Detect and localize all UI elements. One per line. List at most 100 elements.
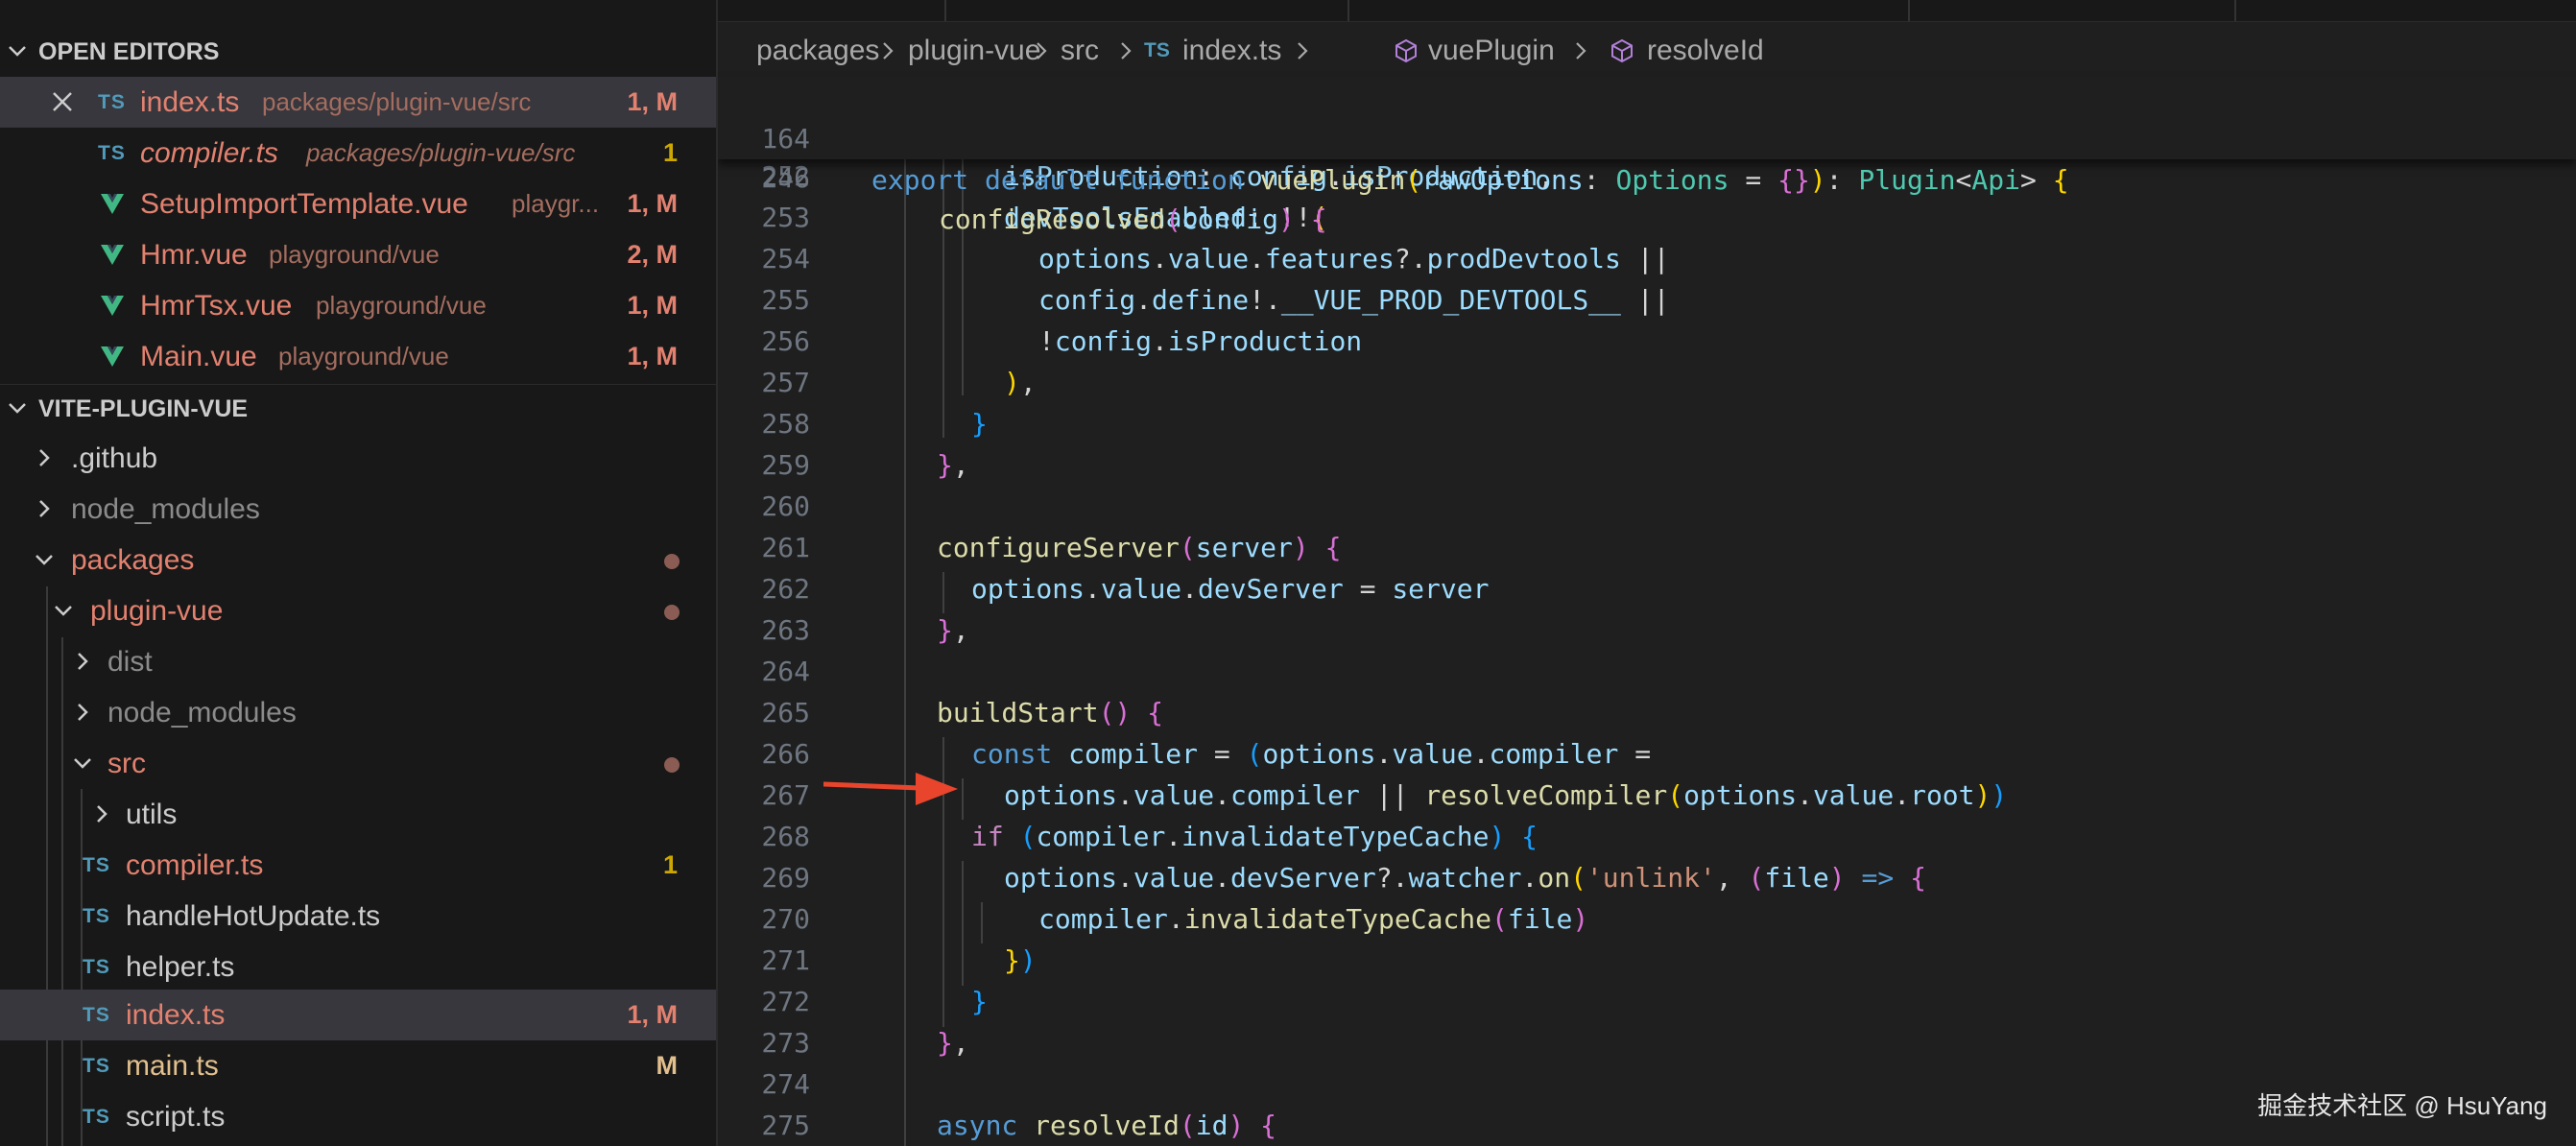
code-line[interactable]: 258} — [718, 403, 2576, 444]
tree-file[interactable]: TS compiler.ts 1 — [0, 840, 716, 891]
typescript-file-icon: TS — [1144, 39, 1170, 61]
sticky-line[interactable]: 246 configResolved(config) { — [718, 116, 2576, 235]
vue-file-icon — [101, 245, 124, 265]
modified-dot — [664, 757, 680, 773]
file-name: index.ts — [126, 999, 226, 1031]
line-code: options.value.devServer?.watcher.on('unl… — [1004, 862, 1926, 894]
code-line[interactable]: 259}, — [718, 444, 2576, 486]
line-number: 266 — [761, 738, 810, 770]
tree-folder[interactable]: utils — [0, 789, 716, 840]
code-line[interactable]: 270 compiler.invalidateTypeCache(file) — [718, 898, 2576, 940]
tree-file[interactable]: TS main.ts M — [0, 1040, 716, 1091]
code-line[interactable]: 272} — [718, 981, 2576, 1022]
open-editor-item[interactable]: TS compiler.ts packages/plugin-vue/src 1 — [0, 128, 716, 179]
watermark: 掘金技术社区 @ HsuYang — [2257, 1091, 2547, 1120]
problem-count: 1 — [662, 138, 678, 167]
chevron-right-icon — [39, 500, 50, 517]
chevron-right-icon — [1121, 42, 1132, 60]
tree-file[interactable]: TS index.ts 1, M — [0, 990, 716, 1040]
code-line[interactable]: 271}) — [718, 940, 2576, 981]
open-editor-item[interactable]: TS index.ts packages/plugin-vue/src 1, M — [0, 77, 716, 128]
open-editor-item[interactable]: Hmr.vue playground/vue 2, M — [0, 229, 716, 280]
code-line[interactable]: 254 options.value.features?.prodDevtools … — [718, 238, 2576, 279]
file-path: playground/vue — [278, 342, 449, 370]
git-status: 1, M — [627, 342, 678, 370]
project-header[interactable]: VITE-PLUGIN-VUE — [0, 384, 716, 434]
folder-name: node_modules — [107, 697, 297, 728]
line-code: if (compiler.invalidateTypeCache) { — [971, 821, 1538, 852]
open-editor-item[interactable]: HmrTsx.vue playground/vue 1, M — [0, 280, 716, 331]
open-editor-item[interactable]: Main.vue playground/vue 1, M — [0, 331, 716, 382]
line-code: config.define!.__VUE_PROD_DEVTOOLS__ || — [1038, 284, 1670, 316]
code-line[interactable]: 265 buildStart() { — [718, 692, 2576, 733]
code-line[interactable]: 268 if (compiler.invalidateTypeCache) { — [718, 816, 2576, 857]
chevron-right-icon — [1298, 42, 1308, 60]
code-line[interactable]: 269 options.value.devServer?.watcher.on('… — [718, 857, 2576, 898]
breadcrumb-item[interactable]: src — [1061, 25, 1099, 77]
code-line[interactable]: 273}, — [718, 1022, 2576, 1063]
typescript-file-icon: TS — [83, 905, 110, 927]
breadcrumb-item[interactable]: vuePlugin — [1428, 25, 1555, 77]
line-number: 275 — [761, 1110, 810, 1141]
line-code: const compiler = (options.value.compiler… — [971, 738, 1652, 770]
tree-file[interactable]: TS helper.ts — [0, 942, 716, 992]
line-number: 269 — [761, 862, 810, 894]
code-line[interactable]: 263}, — [718, 609, 2576, 651]
cube-icon — [1395, 38, 1417, 63]
folder-name: .github — [71, 442, 158, 474]
line-number: 263 — [761, 614, 810, 646]
line-code: configResolved(config) { — [939, 203, 1327, 235]
chevron-right-icon — [97, 805, 107, 823]
file-name: script.ts — [126, 1101, 226, 1133]
file-name: main.ts — [126, 1050, 219, 1082]
line-number: 257 — [761, 367, 810, 398]
open-editors-header[interactable]: OPEN EDITORS — [0, 27, 716, 77]
open-editor-item[interactable]: SetupImportTemplate.vue playgr... 1, M — [0, 179, 716, 229]
tree-folder[interactable]: packages — [0, 535, 716, 585]
typescript-file-icon: TS — [83, 1055, 110, 1077]
open-editors-title: OPEN EDITORS — [38, 38, 220, 65]
code-line[interactable]: 261 configureServer(server) { — [718, 527, 2576, 568]
code-line[interactable]: 256 !config.isProduction — [718, 321, 2576, 362]
tree-folder[interactable]: dist — [0, 636, 716, 687]
typescript-file-icon: TS — [83, 854, 110, 876]
line-code: } — [971, 986, 988, 1017]
code-line[interactable]: 257), — [718, 362, 2576, 403]
git-status: 1, M — [627, 87, 678, 116]
tree-folder[interactable]: .github — [0, 433, 716, 484]
breadcrumb-item[interactable]: resolveId — [1647, 25, 1764, 77]
tree-file[interactable]: TS handleHotUpdate.ts — [0, 891, 716, 942]
explorer-sidebar: OPEN EDITORS TS index.ts packages/plugin… — [0, 0, 718, 1146]
code-line[interactable]: 255 config.define!.__VUE_PROD_DEVTOOLS__ … — [718, 279, 2576, 321]
code-editor[interactable]: packages plugin-vue src TS index.ts vueP… — [718, 0, 2576, 1146]
sticky-scroll[interactable]: 164 export default function vuePlugin(ra… — [718, 77, 2576, 235]
line-code: buildStart() { — [937, 697, 1164, 728]
tree-folder[interactable]: node_modules — [0, 687, 716, 738]
code-line[interactable]: 266 const compiler = (options.value.compi… — [718, 733, 2576, 775]
file-name: index.ts — [140, 86, 240, 118]
breadcrumb-item[interactable]: packages — [756, 25, 879, 77]
breadcrumb-item[interactable]: plugin-vue — [908, 25, 1040, 77]
tree-folder[interactable]: plugin-vue — [0, 585, 716, 636]
code-line[interactable]: 264 — [718, 651, 2576, 692]
code-line[interactable]: 260 — [718, 486, 2576, 527]
chevron-down-icon — [36, 555, 53, 565]
sticky-line[interactable]: 164 export default function vuePlugin(ra… — [718, 77, 2576, 196]
typescript-file-icon: TS — [83, 1004, 110, 1026]
breadcrumb-item[interactable]: index.ts — [1182, 25, 1281, 77]
file-path: playground/vue — [269, 240, 440, 269]
line-number: 246 — [761, 162, 810, 194]
tree-folder[interactable]: node_modules — [0, 484, 716, 535]
code-line[interactable]: 262 options.value.devServer = server — [718, 568, 2576, 609]
chevron-right-icon — [78, 653, 88, 670]
file-name: handleHotUpdate.ts — [126, 900, 381, 932]
tree-folder[interactable]: src — [0, 738, 716, 789]
code-line[interactable]: 267 options.value.compiler || resolveComp… — [718, 775, 2576, 816]
file-name: HmrTsx.vue — [140, 290, 293, 322]
modified-dot — [664, 554, 680, 569]
line-number: 271 — [761, 944, 810, 976]
line-code: options.value.devServer = server — [971, 573, 1490, 605]
line-code: !config.isProduction — [1038, 325, 1363, 357]
tree-file[interactable]: TS script.ts — [0, 1091, 716, 1142]
git-status: 1, M — [627, 189, 678, 218]
